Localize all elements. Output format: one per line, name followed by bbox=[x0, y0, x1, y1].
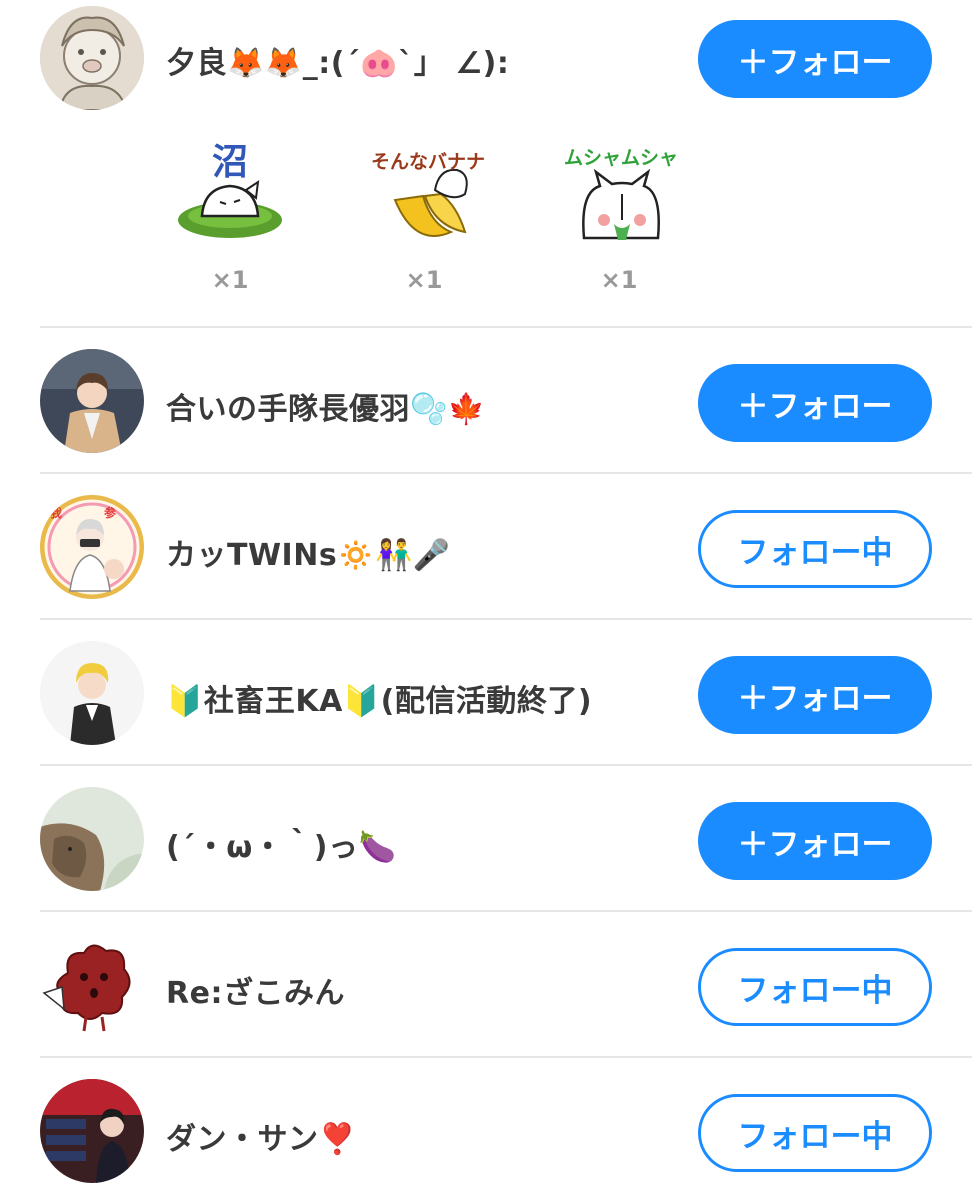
avatar[interactable] bbox=[40, 1079, 144, 1183]
stamp-count: ×1 bbox=[600, 266, 638, 294]
user-name[interactable]: カッTWINs🔅👫🎤 bbox=[166, 530, 451, 574]
list-item: 我 参 カッTWINs🔅👫🎤 フォロー中 bbox=[0, 474, 972, 620]
avatar[interactable] bbox=[40, 933, 144, 1037]
list-item: 🔰社畜王KA🔰(配信活動終了) ＋フォロー bbox=[0, 620, 972, 766]
stamp-count: ×1 bbox=[405, 266, 443, 294]
following-button[interactable]: フォロー中 bbox=[698, 1094, 932, 1172]
follow-button[interactable]: ＋フォロー bbox=[698, 802, 932, 880]
avatar[interactable] bbox=[40, 349, 144, 453]
avatar[interactable] bbox=[40, 6, 144, 110]
list-item: Re:ざこみん フォロー中 bbox=[0, 912, 972, 1058]
follow-button[interactable]: ＋フォロー bbox=[698, 364, 932, 442]
following-button[interactable]: フォロー中 bbox=[698, 948, 932, 1026]
user-name[interactable]: (´・ω・｀)っ🍆 bbox=[166, 822, 396, 866]
list-item: 合いの手隊長優羽🫧🍁 ＋フォロー bbox=[0, 328, 972, 474]
avatar[interactable] bbox=[40, 641, 144, 745]
user-name[interactable]: 🔰社畜王KA🔰(配信活動終了) bbox=[166, 676, 592, 720]
list-item: ダン・サン❣️ フォロー中 bbox=[0, 1058, 972, 1200]
follow-button[interactable]: ＋フォロー bbox=[698, 656, 932, 734]
stamp-text: 沼 bbox=[212, 142, 248, 183]
list-item: (´・ω・｀)っ🍆 ＋フォロー bbox=[0, 766, 972, 912]
swamp-stamp-icon: 沼 bbox=[170, 140, 290, 250]
avatar[interactable]: 我 参 bbox=[40, 495, 144, 599]
svg-text:参: 参 bbox=[104, 505, 117, 520]
stamp-count: ×1 bbox=[211, 266, 249, 294]
stamp-text: ムシャムシャ bbox=[564, 147, 678, 169]
list-item: 夕良🦊🦊_:(´🐽`」 ∠): ＋フォロー 沼 ×1 そんなバナナ ×1 ムシャ… bbox=[0, 0, 972, 328]
banana-stamp-icon: そんなバナナ bbox=[365, 140, 485, 250]
stamp-text: そんなバナナ bbox=[371, 151, 485, 173]
user-name[interactable]: Re:ざこみん bbox=[166, 968, 345, 1012]
munching-stamp-icon: ムシャムシャ bbox=[560, 140, 680, 250]
avatar[interactable] bbox=[40, 787, 144, 891]
user-name[interactable]: ダン・サン❣️ bbox=[166, 1114, 356, 1158]
follow-button[interactable]: ＋フォロー bbox=[698, 20, 932, 98]
following-button[interactable]: フォロー中 bbox=[698, 510, 932, 588]
svg-text:我: 我 bbox=[50, 505, 62, 520]
user-name[interactable]: 夕良🦊🦊_:(´🐽`」 ∠): bbox=[166, 38, 509, 82]
user-name[interactable]: 合いの手隊長優羽🫧🍁 bbox=[166, 384, 486, 428]
